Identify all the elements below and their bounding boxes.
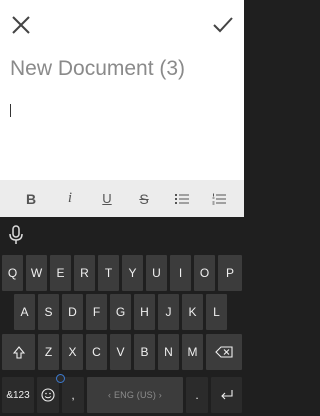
- symbols-key[interactable]: &123: [2, 377, 34, 413]
- key-g[interactable]: G: [110, 294, 131, 330]
- enter-icon: [220, 390, 233, 400]
- key-l[interactable]: L: [206, 294, 227, 330]
- checkmark-icon: [213, 17, 233, 33]
- key-f[interactable]: F: [86, 294, 107, 330]
- editor-header: [0, 0, 244, 52]
- note-editor-app: New Document (3) B i U S Q W E R T Y U I…: [0, 0, 244, 416]
- emoji-key[interactable]: [37, 377, 59, 413]
- backspace-icon: [215, 346, 233, 358]
- backspace-key[interactable]: [206, 334, 242, 370]
- voice-input-button[interactable]: [7, 225, 25, 245]
- enter-key[interactable]: [211, 377, 242, 413]
- key-y[interactable]: Y: [122, 255, 143, 291]
- microphone-icon: [9, 225, 23, 244]
- key-m[interactable]: M: [182, 334, 203, 370]
- key-u[interactable]: U: [146, 255, 167, 291]
- key-b[interactable]: B: [134, 334, 155, 370]
- document-body[interactable]: New Document (3): [0, 52, 244, 180]
- text-caret: [10, 104, 11, 117]
- key-r[interactable]: R: [74, 255, 95, 291]
- strikethrough-button[interactable]: S: [130, 180, 158, 217]
- confirm-button[interactable]: [210, 12, 236, 38]
- numbered-list-icon: [212, 193, 226, 204]
- comma-key[interactable]: ,: [62, 377, 84, 413]
- key-o[interactable]: O: [194, 255, 215, 291]
- close-icon: [12, 16, 30, 34]
- key-c[interactable]: C: [86, 334, 107, 370]
- key-n[interactable]: N: [158, 334, 179, 370]
- numbered-list-button[interactable]: [205, 180, 233, 217]
- key-e[interactable]: E: [50, 255, 71, 291]
- key-d[interactable]: D: [62, 294, 83, 330]
- key-h[interactable]: H: [134, 294, 155, 330]
- close-button[interactable]: [8, 12, 34, 38]
- cortana-indicator[interactable]: [56, 374, 65, 383]
- key-x[interactable]: X: [62, 334, 83, 370]
- key-i[interactable]: I: [170, 255, 191, 291]
- key-p[interactable]: P: [218, 255, 242, 291]
- key-j[interactable]: J: [158, 294, 179, 330]
- space-bar[interactable]: ‹ ENG (US) ›: [87, 377, 183, 413]
- bold-button[interactable]: B: [17, 180, 45, 217]
- bulleted-list-button[interactable]: [168, 180, 196, 217]
- format-toolbar: B i U S: [0, 180, 244, 217]
- key-v[interactable]: V: [110, 334, 131, 370]
- emoji-icon: [41, 388, 55, 402]
- on-screen-keyboard: Q W E R T Y U I O P A S D F G H J K L Z …: [0, 217, 244, 416]
- underline-button[interactable]: U: [93, 180, 121, 217]
- bulleted-list-icon: [175, 193, 189, 204]
- italic-button[interactable]: i: [56, 180, 84, 217]
- key-w[interactable]: W: [26, 255, 47, 291]
- shift-arrow-icon: [12, 345, 25, 359]
- shift-key[interactable]: [2, 334, 35, 370]
- key-a[interactable]: A: [14, 294, 35, 330]
- language-label: ‹ ENG (US) ›: [108, 390, 162, 400]
- key-z[interactable]: Z: [38, 334, 59, 370]
- document-title[interactable]: New Document (3): [10, 57, 185, 81]
- key-s[interactable]: S: [38, 294, 59, 330]
- key-k[interactable]: K: [182, 294, 203, 330]
- key-q[interactable]: Q: [2, 255, 23, 291]
- period-key[interactable]: .: [186, 377, 208, 413]
- key-t[interactable]: T: [98, 255, 119, 291]
